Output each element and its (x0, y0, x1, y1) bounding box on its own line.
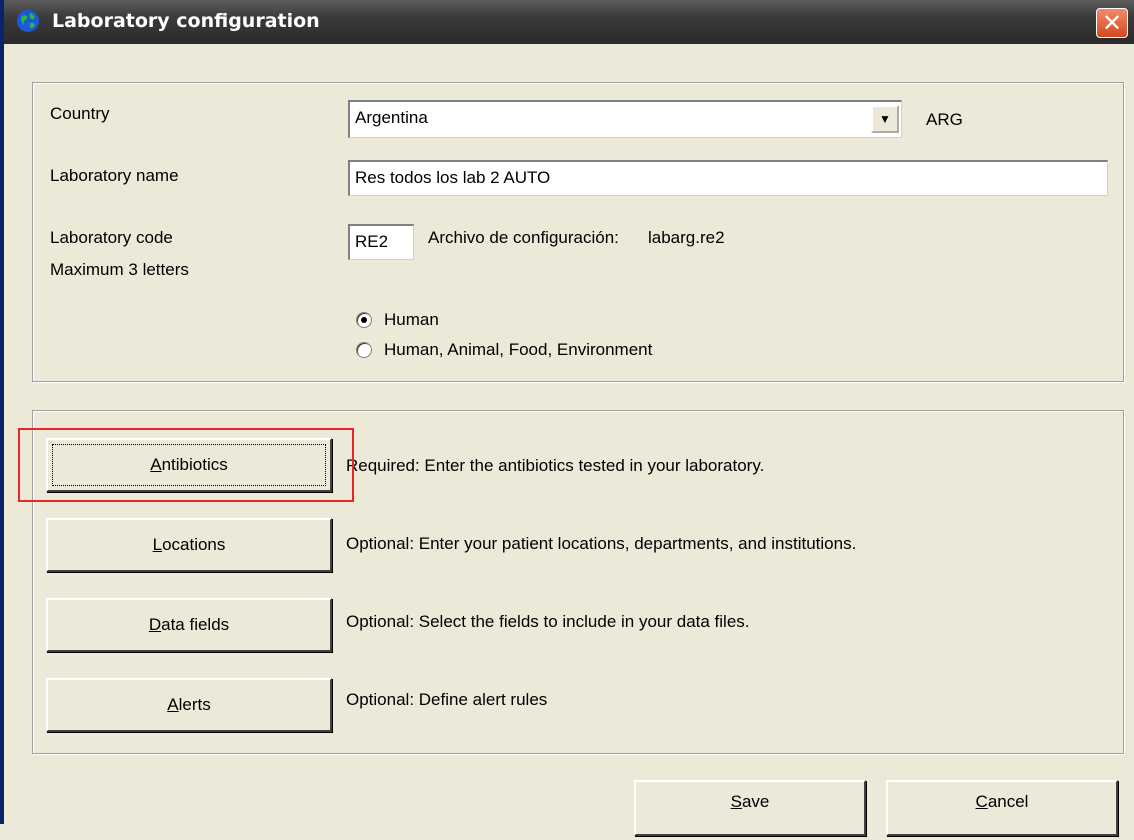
save-mnemonic: S (730, 792, 742, 811)
country-dropdown[interactable]: Argentina ▼ (348, 100, 902, 138)
cancel-label: ancel (987, 792, 1029, 811)
save-button[interactable]: Save (634, 780, 866, 836)
country-selected-value: Argentina (355, 108, 428, 127)
lab-name-input[interactable]: Res todos los lab 2 AUTO (348, 160, 1108, 196)
data-fields-mnemonic: D (148, 615, 162, 634)
title-bar[interactable]: Laboratory configuration ✕ (4, 0, 1134, 44)
close-icon: ✕ (1101, 9, 1123, 37)
locations-mnemonic: L (152, 535, 163, 554)
lab-code-label: Laboratory code (50, 228, 173, 247)
chevron-down-icon[interactable]: ▼ (871, 105, 899, 133)
country-code: ARG (926, 110, 963, 129)
globe-icon (17, 10, 39, 32)
antibiotics-mnemonic: A (150, 455, 162, 474)
locations-button[interactable]: Locations (46, 518, 332, 572)
save-label: ave (741, 792, 770, 811)
config-file-value: labarg.re2 (648, 228, 725, 247)
lab-code-input[interactable]: RE2 (348, 224, 414, 260)
window-title: Laboratory configuration (52, 10, 320, 32)
locations-description: Optional: Enter your patient locations, … (346, 534, 857, 553)
close-button[interactable]: ✕ (1096, 8, 1128, 38)
alerts-label: lerts (178, 695, 211, 714)
lab-name-label: Laboratory name (50, 166, 179, 185)
antibiotics-button[interactable]: Antibiotics (46, 438, 332, 492)
radio-human-label[interactable]: Human (384, 310, 439, 330)
antibiotics-description: Required: Enter the antibiotics tested i… (346, 456, 765, 475)
data-fields-label: ata fields (161, 615, 230, 634)
locations-label: ocations (162, 535, 226, 554)
data-fields-description: Optional: Select the fields to include i… (346, 612, 750, 631)
lab-code-value: RE2 (355, 232, 389, 251)
lab-name-value: Res todos los lab 2 AUTO (355, 168, 551, 187)
country-label: Country (50, 104, 110, 123)
alerts-button[interactable]: Alerts (46, 678, 332, 732)
data-fields-button[interactable]: Data fields (46, 598, 332, 652)
radio-all-label[interactable]: Human, Animal, Food, Environment (384, 340, 652, 360)
radio-human[interactable] (356, 312, 372, 328)
cancel-mnemonic: C (975, 792, 988, 811)
alerts-mnemonic: A (167, 695, 179, 714)
antibiotics-label: ntibiotics (161, 455, 228, 474)
lab-code-hint: Maximum 3 letters (50, 260, 189, 279)
cancel-button[interactable]: Cancel (886, 780, 1118, 836)
alerts-description: Optional: Define alert rules (346, 690, 548, 709)
radio-human-animal-food-environment[interactable] (356, 342, 372, 358)
laboratory-configuration-window: Laboratory configuration ✕ Country Argen… (0, 0, 1134, 836)
config-file-label: Archivo de configuración: (428, 228, 619, 247)
